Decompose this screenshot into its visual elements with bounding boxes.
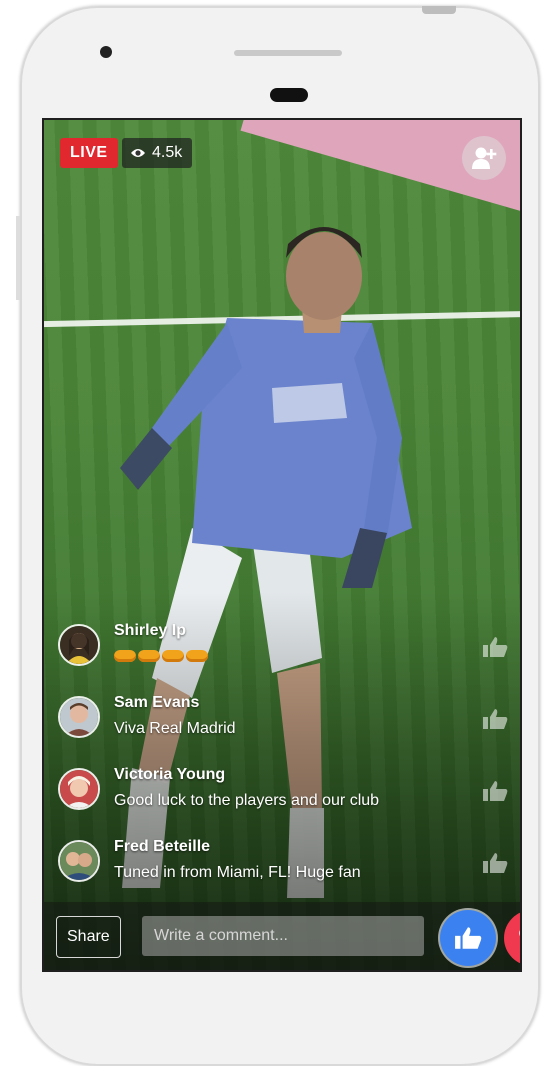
proximity-sensor xyxy=(270,88,308,102)
viewer-count-value: 4.5k xyxy=(152,144,183,161)
avatar[interactable] xyxy=(58,840,100,882)
like-icon xyxy=(455,927,482,949)
phone-side-button xyxy=(16,216,20,300)
comment-item: Fred Beteille Tuned in from Miami, FL! H… xyxy=(58,834,508,906)
add-friend-button[interactable] xyxy=(462,136,506,180)
emoji-icon xyxy=(186,650,208,662)
comment-item: Sam Evans Viva Real Madrid xyxy=(58,690,508,762)
comment-composer-bar: Share xyxy=(42,902,522,972)
emoji-icon xyxy=(138,650,160,662)
comment-item: Shirley Ip xyxy=(58,618,508,690)
comment-author[interactable]: Sam Evans xyxy=(114,694,199,712)
like-icon[interactable] xyxy=(482,780,508,802)
like-icon[interactable] xyxy=(482,852,508,874)
live-badge: LIVE xyxy=(60,138,118,168)
comment-author[interactable]: Shirley Ip xyxy=(114,622,186,640)
viewer-count: 4.5k xyxy=(122,138,193,168)
like-icon[interactable] xyxy=(482,636,508,658)
like-icon[interactable] xyxy=(482,708,508,730)
add-friend-icon xyxy=(472,147,497,169)
love-icon xyxy=(519,928,522,939)
comment-author[interactable]: Fred Beteille xyxy=(114,838,210,856)
avatar[interactable] xyxy=(58,624,100,666)
like-reaction-button[interactable] xyxy=(440,910,496,966)
avatar[interactable] xyxy=(58,768,100,810)
love-reaction-button[interactable] xyxy=(504,910,522,966)
earpiece-speaker xyxy=(234,50,342,56)
comment-input[interactable] xyxy=(142,916,424,956)
live-video-screen[interactable]: LIVE 4.5k Shirley Ip Sam Evans Viva Real… xyxy=(42,118,522,972)
emoji-icon xyxy=(114,650,136,662)
phone-top-edge xyxy=(422,6,456,14)
comment-text: Good luck to the players and our club xyxy=(114,792,380,809)
emoji-icon xyxy=(162,650,184,662)
comment-feed: Shirley Ip Sam Evans Viva Real Madrid Vi… xyxy=(58,618,508,906)
avatar[interactable] xyxy=(58,696,100,738)
share-button[interactable]: Share xyxy=(56,916,121,958)
comment-item: Victoria Young Good luck to the players … xyxy=(58,762,508,834)
comment-text: Viva Real Madrid xyxy=(114,720,236,737)
eye-icon xyxy=(131,149,145,157)
front-camera xyxy=(100,46,112,58)
comment-text: Tuned in from Miami, FL! Huge fan xyxy=(114,864,361,881)
comment-author[interactable]: Victoria Young xyxy=(114,766,225,784)
emoji-reaction-row xyxy=(114,650,208,662)
